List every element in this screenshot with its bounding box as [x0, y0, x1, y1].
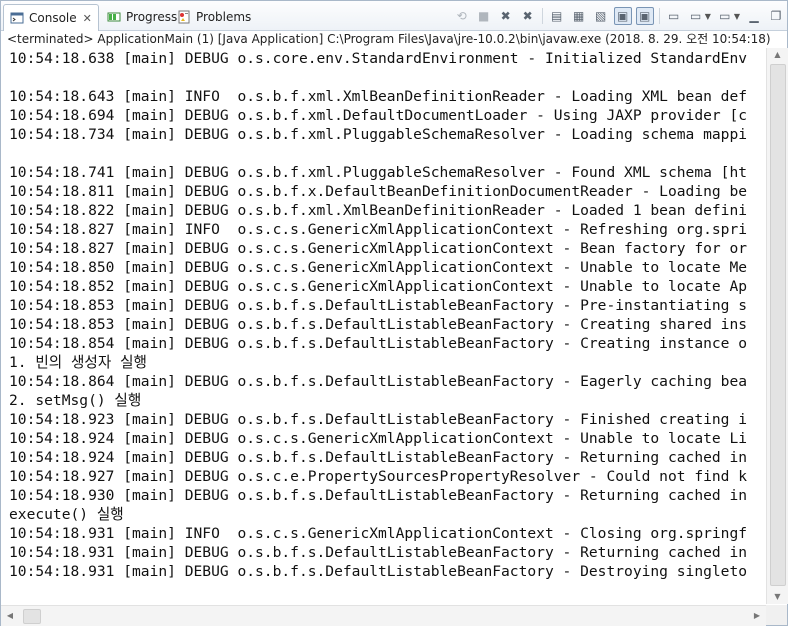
word-wrap-icon[interactable]: ▧ [592, 7, 610, 25]
chevron-down-icon[interactable]: ▼ [734, 12, 740, 21]
console-line: 10:54:18.850 [main] DEBUG o.s.c.s.Generi… [9, 259, 748, 276]
console-line: 10:54:18.930 [main] DEBUG o.s.b.f.s.Defa… [9, 487, 748, 504]
console-line: 10:54:18.638 [main] DEBUG o.s.core.env.S… [9, 50, 748, 67]
console-lines: 10:54:18.638 [main] DEBUG o.s.core.env.S… [9, 49, 747, 581]
console-line: 2. setMsg() 실행 [9, 392, 142, 409]
minimize-icon[interactable]: ▁ [745, 7, 763, 25]
console-line: 10:54:18.827 [main] DEBUG o.s.c.s.Generi… [9, 240, 748, 257]
vertical-scrollbar[interactable]: ▲ ▼ [766, 48, 788, 604]
vertical-scroll-thumb[interactable] [770, 64, 786, 586]
horizontal-scrollbar[interactable]: ◀ ▶ [1, 605, 766, 626]
console-line: 1. 빈의 생성자 실행 [9, 354, 147, 371]
remove-launch-icon[interactable]: ✖ [497, 7, 515, 25]
close-icon[interactable]: ✕ [83, 12, 92, 25]
problems-icon [177, 10, 191, 24]
console-line: 10:54:18.931 [main] INFO o.s.c.s.Generic… [9, 525, 748, 542]
console-line: 10:54:18.822 [main] DEBUG o.s.b.f.xml.Xm… [9, 202, 748, 219]
console-line: execute() 실행 [9, 506, 124, 523]
toolbar-separator [541, 8, 543, 24]
console-line: 10:54:18.931 [main] DEBUG o.s.b.f.s.Defa… [9, 544, 748, 561]
scroll-up-icon[interactable]: ▲ [767, 48, 788, 62]
console-line: 10:54:18.927 [main] DEBUG o.s.c.e.Proper… [9, 468, 748, 485]
console-output[interactable]: 10:54:18.638 [main] DEBUG o.s.core.env.S… [1, 48, 766, 604]
tab-problems[interactable]: Problems [171, 4, 251, 30]
show-on-stderr-icon[interactable]: ▣ [635, 7, 654, 25]
console-line: 10:54:18.694 [main] DEBUG o.s.b.f.xml.De… [9, 107, 748, 124]
console-line: 10:54:18.864 [main] DEBUG o.s.b.f.s.Defa… [9, 373, 748, 390]
console-toolbar: ⟲ ■ ✖ ✖ ▤ ▦ ▧ ▣ ▣ ▭ ▭ ▼ ▭ ▼ ▁ ❐ [451, 5, 787, 27]
display-selected-console-icon[interactable]: ▭ [687, 7, 705, 25]
terminate-icon[interactable]: ■ [475, 7, 493, 25]
console-line: 10:54:18.643 [main] INFO o.s.b.f.xml.Xml… [9, 88, 748, 105]
horizontal-scroll-thumb[interactable] [23, 609, 41, 624]
tab-progress-label: Progress [126, 10, 178, 24]
console-line: 10:54:18.741 [main] DEBUG o.s.b.f.xml.Pl… [9, 164, 748, 181]
process-description: <terminated> ApplicationMain (1) [Java A… [7, 32, 771, 46]
console-line: 10:54:18.811 [main] DEBUG o.s.b.f.x.Defa… [9, 183, 748, 200]
console-icon [10, 11, 24, 25]
console-line: 10:54:18.852 [main] DEBUG o.s.c.s.Generi… [9, 278, 748, 295]
progress-icon [107, 10, 121, 24]
console-line: 10:54:18.924 [main] DEBUG o.s.b.f.s.Defa… [9, 449, 748, 466]
open-console-icon[interactable]: ▭ [716, 7, 734, 25]
terminate-relaunch-icon[interactable]: ⟲ [453, 7, 471, 25]
console-line: 10:54:18.931 [main] DEBUG o.s.b.f.s.Defa… [9, 563, 748, 580]
console-line: 10:54:18.734 [main] DEBUG o.s.b.f.xml.Pl… [9, 126, 748, 143]
scroll-right-icon[interactable]: ▶ [750, 606, 764, 626]
tab-problems-label: Problems [196, 10, 252, 24]
tab-progress[interactable]: Progress [101, 4, 177, 30]
console-line: 10:54:18.924 [main] DEBUG o.s.c.s.Generi… [9, 430, 748, 447]
scrollbar-corner [766, 605, 787, 625]
show-on-stdout-icon[interactable]: ▣ [613, 7, 632, 25]
scroll-lock-icon[interactable]: ▦ [570, 7, 588, 25]
pin-console-icon[interactable]: ▭ [665, 7, 683, 25]
tab-console-label: Console [29, 11, 77, 25]
console-view: Console ✕ Progress Problems ⟲ ■ ✖ ✖ ▤ ▦ … [0, 0, 788, 626]
clear-console-icon[interactable]: ▤ [548, 7, 566, 25]
view-tab-bar: Console ✕ Progress Problems ⟲ ■ ✖ ✖ ▤ ▦ … [1, 1, 787, 31]
console-line: 10:54:18.923 [main] DEBUG o.s.b.f.s.Defa… [9, 411, 748, 428]
toolbar-separator [658, 8, 660, 24]
scroll-down-icon[interactable]: ▼ [767, 590, 788, 604]
remove-all-terminated-icon[interactable]: ✖ [519, 7, 537, 25]
maximize-icon[interactable]: ❐ [767, 7, 785, 25]
scroll-left-icon[interactable]: ◀ [3, 606, 17, 626]
console-line: 10:54:18.854 [main] DEBUG o.s.b.f.s.Defa… [9, 335, 748, 352]
console-line: 10:54:18.827 [main] INFO o.s.c.s.Generic… [9, 221, 748, 238]
tab-console[interactable]: Console ✕ [3, 4, 99, 31]
console-line: 10:54:18.853 [main] DEBUG o.s.b.f.s.Defa… [9, 316, 748, 333]
chevron-down-icon[interactable]: ▼ [705, 12, 711, 21]
console-line: 10:54:18.853 [main] DEBUG o.s.b.f.s.Defa… [9, 297, 748, 314]
